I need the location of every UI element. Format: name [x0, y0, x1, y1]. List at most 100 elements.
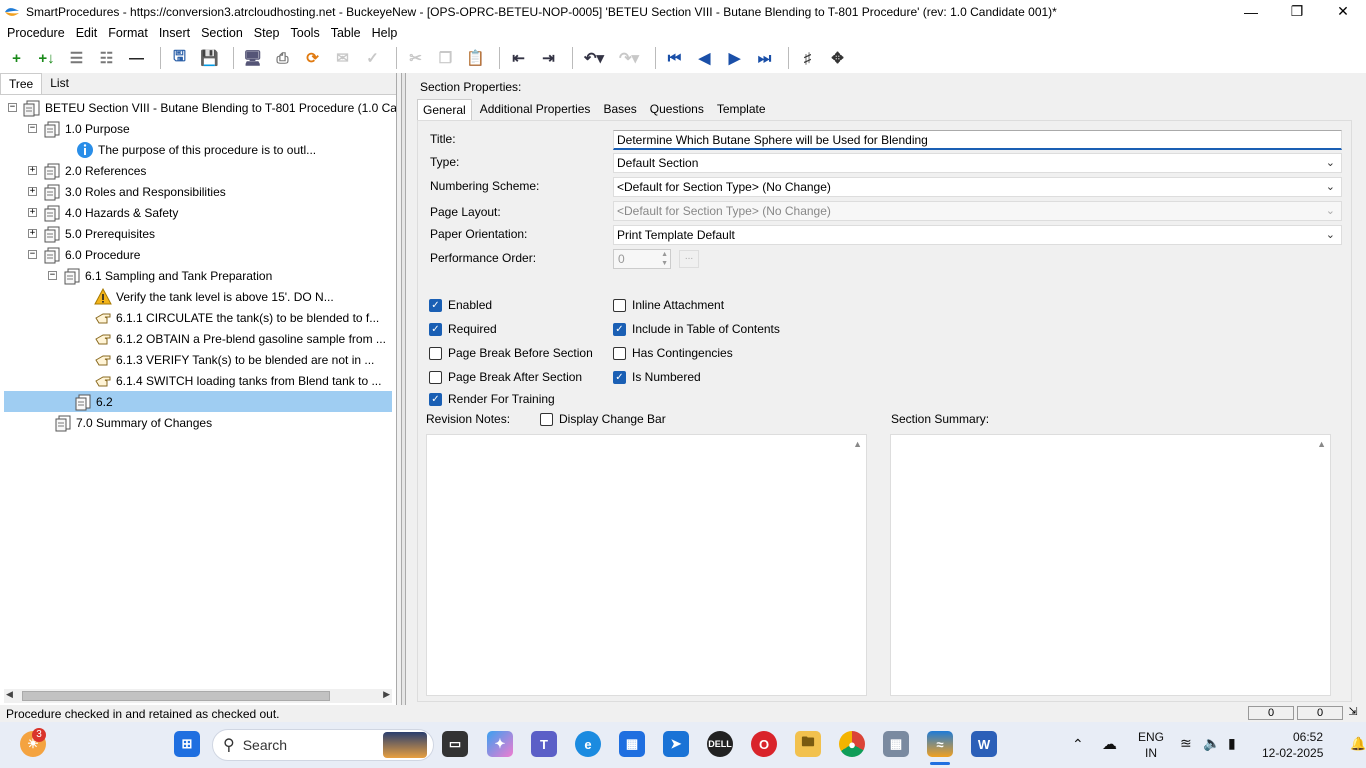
is-numbered-checkbox[interactable]: ✓ Is Numbered: [613, 370, 701, 384]
has-contingencies-checkbox[interactable]: Has Contingencies: [613, 346, 733, 360]
add-child-icon[interactable]: +↓: [34, 46, 59, 70]
tree-node[interactable]: Verify the tank level is above 15'. DO N…: [94, 286, 334, 307]
file-explorer-icon[interactable]: 🖿: [795, 731, 821, 757]
collapse-icon[interactable]: −: [8, 103, 17, 112]
section-summary-textarea[interactable]: ▲: [890, 434, 1331, 696]
add-icon[interactable]: +: [4, 46, 29, 70]
refresh-icon[interactable]: ⟳: [300, 46, 325, 70]
paste-icon[interactable]: 📋: [463, 46, 488, 70]
chevron-up-icon[interactable]: ⌃: [1072, 736, 1084, 753]
tab-list[interactable]: List: [42, 73, 77, 94]
tree-node[interactable]: − 6.0 Procedure: [28, 244, 140, 265]
required-checkbox[interactable]: ✓ Required: [429, 322, 497, 336]
tree-node[interactable]: +5.0 Prerequisites: [28, 223, 155, 244]
volume-icon[interactable]: 🔈: [1203, 735, 1220, 752]
expand-icon[interactable]: +: [28, 166, 37, 175]
taskbar-search[interactable]: ⚲ Search: [212, 729, 434, 761]
scroll-left-icon[interactable]: ◀: [6, 689, 13, 700]
tree-node[interactable]: − 1.0 Purpose: [28, 118, 130, 139]
smartprocedures-taskbar-icon[interactable]: ≈: [927, 731, 953, 757]
type-select[interactable]: Default Section ⌄: [613, 153, 1342, 173]
collapse-icon[interactable]: −: [48, 271, 57, 280]
menu-table[interactable]: Table: [327, 26, 365, 40]
page-break-before-checkbox[interactable]: Page Break Before Section: [429, 346, 593, 360]
tab-tree[interactable]: Tree: [0, 73, 43, 94]
tree-node[interactable]: 6.1.3 VERIFY Tank(s) to be blended are n…: [94, 349, 374, 370]
include-toc-checkbox[interactable]: ✓ Include in Table of Contents: [613, 322, 780, 336]
minimize-button[interactable]: —: [1228, 0, 1274, 23]
tree-node[interactable]: 6.1.1 CIRCULATE the tank(s) to be blende…: [94, 307, 379, 328]
tree-node[interactable]: +4.0 Hazards & Safety: [28, 202, 178, 223]
expand-icon[interactable]: +: [28, 187, 37, 196]
find-icon[interactable]: ♯: [795, 46, 820, 70]
language-en[interactable]: ENG: [1138, 730, 1164, 744]
title-field[interactable]: Determine Which Butane Sphere will be Us…: [613, 130, 1342, 150]
maximize-button[interactable]: ❐: [1274, 0, 1320, 23]
tab-general[interactable]: General: [417, 99, 472, 121]
tree-node[interactable]: 7.0 Summary of Changes: [54, 412, 212, 433]
menu-tools[interactable]: Tools: [287, 26, 324, 40]
revision-notes-textarea[interactable]: ▲: [426, 434, 867, 696]
language-region[interactable]: IN: [1145, 746, 1157, 760]
email-icon[interactable]: ✉: [330, 46, 355, 70]
collapse-icon[interactable]: −: [28, 250, 37, 259]
dell-icon[interactable]: DELL: [707, 731, 733, 757]
outdent-icon[interactable]: ⇤: [506, 46, 531, 70]
properties-icon[interactable]: ☰: [64, 46, 89, 70]
notification-bell-icon[interactable]: 🔔: [1350, 736, 1366, 752]
teams-icon[interactable]: T: [531, 731, 557, 757]
undo-icon[interactable]: ↶▾: [579, 46, 609, 70]
chrome-icon[interactable]: ●: [839, 731, 865, 757]
opera-icon[interactable]: O: [751, 731, 777, 757]
menu-help[interactable]: Help: [368, 26, 402, 40]
menu-format[interactable]: Format: [104, 26, 152, 40]
tab-bases[interactable]: Bases: [598, 99, 641, 121]
clock-time[interactable]: 06:52: [1293, 730, 1323, 744]
horizontal-scrollbar[interactable]: ◀ ▶: [4, 689, 392, 703]
spellcheck-icon[interactable]: ✓: [360, 46, 385, 70]
paper-orientation-select[interactable]: Print Template Default ⌄: [613, 225, 1342, 245]
tab-template[interactable]: Template: [712, 99, 771, 121]
move-icon[interactable]: ✥: [825, 46, 850, 70]
render-for-training-checkbox[interactable]: ✓ Render For Training: [429, 392, 555, 406]
remote-app-icon[interactable]: ▦: [883, 731, 909, 757]
scroll-up-icon[interactable]: ▲: [1317, 439, 1326, 449]
tree-node[interactable]: − 6.1 Sampling and Tank Preparation: [48, 265, 272, 286]
expand-icon[interactable]: +: [28, 208, 37, 217]
wifi-icon[interactable]: ≊: [1180, 735, 1192, 752]
first-icon[interactable]: ⏮: [662, 46, 687, 70]
page-layout-select[interactable]: <Default for Section Type> (No Change) ⌄: [613, 201, 1342, 221]
delete-icon[interactable]: —: [124, 46, 149, 70]
close-button[interactable]: ✕: [1320, 0, 1366, 23]
tree-node[interactable]: − BETEU Section VIII - Butane Blending to…: [8, 97, 396, 118]
scroll-right-icon[interactable]: ▶: [383, 689, 390, 700]
tab-questions[interactable]: Questions: [645, 99, 709, 121]
numbering-scheme-select[interactable]: <Default for Section Type> (No Change) ⌄: [613, 177, 1342, 197]
cut-icon[interactable]: ✂: [403, 46, 428, 70]
menu-procedure[interactable]: Procedure: [3, 26, 69, 40]
scrollbar-thumb[interactable]: [22, 691, 330, 701]
store-icon[interactable]: ▦: [619, 731, 645, 757]
menu-step[interactable]: Step: [250, 26, 284, 40]
tree-node[interactable]: 6.2: [4, 391, 392, 412]
inline-attachment-checkbox[interactable]: Inline Attachment: [613, 298, 724, 312]
menu-insert[interactable]: Insert: [155, 26, 194, 40]
display-change-bar-checkbox[interactable]: Display Change Bar: [540, 412, 666, 426]
tree-node[interactable]: The purpose of this procedure is to outl…: [76, 139, 316, 160]
panel-splitter[interactable]: [401, 73, 406, 705]
preview-icon[interactable]: 🖥: [240, 46, 265, 70]
onedrive-sync-icon[interactable]: ☁: [1102, 735, 1117, 753]
save-all-icon[interactable]: 🖫: [167, 46, 192, 70]
previous-icon[interactable]: ◀: [692, 46, 717, 70]
save-icon[interactable]: 💾: [197, 46, 222, 70]
battery-icon[interactable]: ▮: [1228, 735, 1236, 752]
outline-icon[interactable]: ☷: [94, 46, 119, 70]
task-view-icon[interactable]: ▭: [442, 731, 468, 757]
expand-icon[interactable]: +: [28, 229, 37, 238]
next-icon[interactable]: ▶: [722, 46, 747, 70]
scroll-up-icon[interactable]: ▲: [853, 439, 862, 449]
edge-icon[interactable]: e: [575, 731, 601, 757]
indent-icon[interactable]: ⇥: [536, 46, 561, 70]
enabled-checkbox[interactable]: ✓ Enabled: [429, 298, 492, 312]
redo-icon[interactable]: ↷▾: [614, 46, 644, 70]
